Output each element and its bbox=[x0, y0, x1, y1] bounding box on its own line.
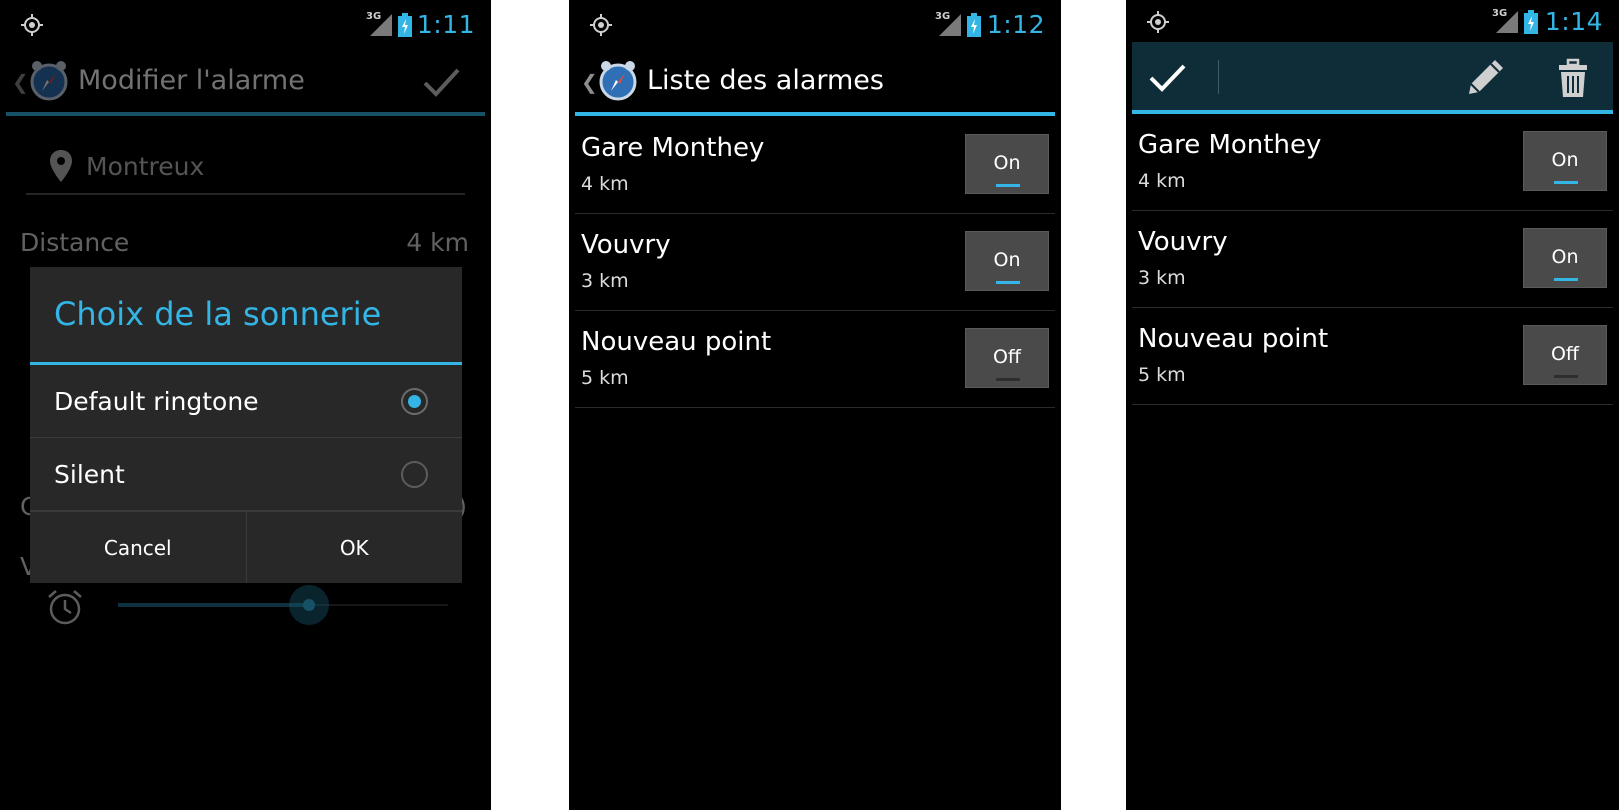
battery-charging-icon bbox=[1524, 10, 1538, 34]
page-title: Modifier l'alarme bbox=[78, 65, 305, 96]
toggle-label: On bbox=[1551, 246, 1579, 268]
toggle-label: Off bbox=[1550, 343, 1580, 365]
dialog-title: Choix de la sonnerie bbox=[54, 295, 382, 333]
alarm-distance: 5 km bbox=[1138, 364, 1186, 386]
toggle-indicator bbox=[1554, 181, 1578, 184]
battery-charging-icon bbox=[967, 13, 981, 37]
toggle-indicator bbox=[1554, 278, 1578, 281]
location-pin-icon bbox=[50, 150, 72, 182]
status-bar: 3G 1:14 bbox=[1126, 0, 1619, 48]
alarm-row-gare-monthey[interactable]: Gare Monthey 4 km On bbox=[575, 117, 1055, 214]
status-bar: 3G 1:12 bbox=[569, 0, 1061, 48]
gps-icon bbox=[1147, 11, 1169, 33]
action-bar: ❮ Liste des alarmes bbox=[575, 48, 1055, 116]
gps-icon bbox=[590, 14, 612, 36]
alarm-distance: 3 km bbox=[581, 270, 629, 292]
trash-icon[interactable] bbox=[1555, 57, 1591, 99]
signal-icon bbox=[370, 14, 392, 36]
alarm-name: Vouvry bbox=[581, 230, 671, 260]
distance-value: 4 km bbox=[406, 228, 469, 257]
status-bar: 3G 1:11 bbox=[0, 0, 491, 48]
toggle-indicator bbox=[996, 281, 1020, 284]
alarm-name: Nouveau point bbox=[1138, 324, 1329, 354]
toggle-indicator bbox=[1554, 375, 1578, 378]
screen-alarm-list: 3G 1:12 ❮ Liste des alarmes Gare Monthey… bbox=[569, 0, 1061, 810]
toggle-indicator bbox=[996, 378, 1020, 381]
alarm-row-nouveau-point[interactable]: Nouveau point 5 km Off bbox=[1132, 308, 1613, 405]
alarm-toggle[interactable]: Off bbox=[1523, 325, 1607, 385]
option-label: Silent bbox=[54, 460, 125, 489]
volume-slider-fill bbox=[118, 603, 310, 607]
toggle-label: Off bbox=[992, 346, 1022, 368]
ok-button[interactable]: OK bbox=[245, 512, 463, 583]
alarm-list: Gare Monthey 4 km On Vouvry 3 km On Nouv… bbox=[575, 117, 1055, 408]
pencil-icon[interactable] bbox=[1465, 56, 1507, 98]
action-bar: ❮ Modifier l'alarme bbox=[6, 48, 485, 116]
signal-icon bbox=[1496, 11, 1518, 33]
toggle-label: On bbox=[993, 249, 1021, 271]
cancel-button[interactable]: Cancel bbox=[30, 512, 246, 583]
divider bbox=[1218, 60, 1219, 94]
gps-icon bbox=[21, 14, 43, 36]
toggle-label: On bbox=[1551, 149, 1579, 171]
alarm-name: Vouvry bbox=[1138, 227, 1228, 257]
alarm-toggle[interactable]: On bbox=[1523, 228, 1607, 288]
alarm-row-nouveau-point[interactable]: Nouveau point 5 km Off bbox=[575, 311, 1055, 408]
clock: 1:12 bbox=[986, 10, 1045, 39]
chevron-left-icon[interactable]: ❮ bbox=[581, 70, 598, 94]
screen-edit-alarm: 3G 1:11 ❮ Modifier l'alarme Montreux Dis… bbox=[0, 0, 491, 810]
alarm-row-vouvry[interactable]: Vouvry 3 km On bbox=[575, 214, 1055, 311]
toggle-label: On bbox=[993, 152, 1021, 174]
alarm-name: Gare Monthey bbox=[1138, 130, 1322, 160]
ringtone-dialog: Choix de la sonnerie Default ringtone Si… bbox=[30, 267, 462, 583]
alarm-list: Gare Monthey 4 km On Vouvry 3 km On Nouv… bbox=[1132, 114, 1613, 405]
clock: 1:11 bbox=[416, 10, 475, 39]
check-icon[interactable] bbox=[421, 62, 461, 102]
location-value: Montreux bbox=[86, 152, 205, 181]
alarm-name: Nouveau point bbox=[581, 327, 772, 357]
alarm-clock-icon[interactable] bbox=[28, 59, 70, 101]
alarm-clock-icon bbox=[48, 590, 82, 625]
alarm-name: Gare Monthey bbox=[581, 133, 765, 163]
screen-alarm-selection: 3G 1:14 Gare Monthey 4 km On Vouvry 3 km… bbox=[1126, 0, 1619, 810]
distance-label: Distance bbox=[20, 228, 130, 257]
alarm-distance: 3 km bbox=[1138, 267, 1186, 289]
alarm-toggle[interactable]: Off bbox=[965, 328, 1049, 388]
page-title: Liste des alarmes bbox=[647, 65, 884, 96]
ringtone-option-silent[interactable]: Silent bbox=[30, 438, 462, 511]
signal-icon bbox=[939, 14, 961, 36]
radio-button[interactable] bbox=[401, 461, 428, 488]
alarm-toggle[interactable]: On bbox=[965, 134, 1049, 194]
contextual-action-bar bbox=[1132, 42, 1613, 114]
alarm-toggle[interactable]: On bbox=[1523, 131, 1607, 191]
ringtone-option-default[interactable]: Default ringtone bbox=[30, 365, 462, 438]
check-icon[interactable] bbox=[1146, 56, 1188, 98]
chevron-left-icon[interactable]: ❮ bbox=[12, 70, 29, 94]
alarm-row-vouvry[interactable]: Vouvry 3 km On bbox=[1132, 211, 1613, 308]
volume-slider-thumb[interactable] bbox=[289, 585, 330, 625]
location-field[interactable]: Montreux bbox=[26, 140, 465, 195]
alarm-distance: 4 km bbox=[581, 173, 629, 195]
alarm-distance: 5 km bbox=[581, 367, 629, 389]
alarm-toggle[interactable]: On bbox=[965, 231, 1049, 291]
dialog-buttons: Cancel OK bbox=[30, 511, 462, 583]
battery-charging-icon bbox=[398, 13, 412, 37]
alarm-row-gare-monthey[interactable]: Gare Monthey 4 km On bbox=[1132, 114, 1613, 211]
volume-slider[interactable] bbox=[118, 585, 448, 625]
alarm-distance: 4 km bbox=[1138, 170, 1186, 192]
clock: 1:14 bbox=[1544, 7, 1603, 36]
option-label: Default ringtone bbox=[54, 387, 259, 416]
alarm-clock-icon[interactable] bbox=[597, 59, 639, 101]
toggle-indicator bbox=[996, 184, 1020, 187]
radio-button-selected[interactable] bbox=[401, 388, 428, 415]
